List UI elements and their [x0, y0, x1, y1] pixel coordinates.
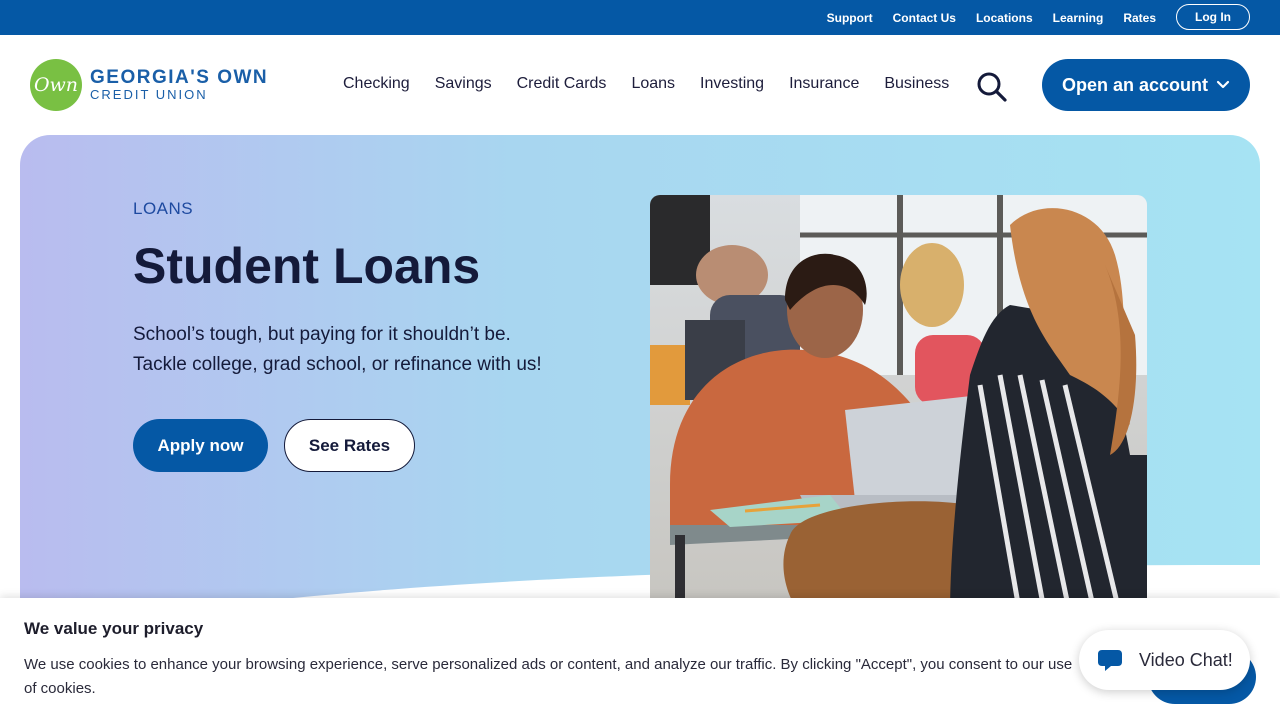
logo-name: GEORGIA'S OWN: [90, 67, 269, 88]
utility-link-learning[interactable]: Learning: [1053, 11, 1104, 25]
nav-item-checking[interactable]: Checking: [343, 75, 410, 93]
hero-subtitle-line-1: School’s tough, but paying for it should…: [133, 324, 511, 345]
utility-link-contact-us[interactable]: Contact Us: [893, 11, 956, 25]
nav-item-business[interactable]: Business: [884, 75, 949, 93]
page-title: Student Loans: [133, 238, 481, 294]
logo[interactable]: Own GEORGIA'S OWN CREDIT UNION: [30, 59, 268, 111]
utility-link-locations[interactable]: Locations: [976, 11, 1033, 25]
hero-photo: [650, 195, 1147, 615]
video-chat-label: Video Chat!: [1139, 649, 1233, 670]
open-account-button[interactable]: Open an account: [1042, 59, 1250, 111]
hero-subtitle-line-2: Tackle college, grad school, or refinanc…: [133, 354, 542, 375]
logo-text: GEORGIA'S OWN CREDIT UNION: [90, 68, 268, 102]
utility-link-support[interactable]: Support: [827, 11, 873, 25]
apply-now-button[interactable]: Apply now: [133, 419, 268, 472]
video-chat-button[interactable]: Video Chat!: [1079, 630, 1250, 690]
nav-item-insurance[interactable]: Insurance: [789, 75, 859, 93]
chat-bubble-icon: [1098, 650, 1122, 671]
utility-link-rates[interactable]: Rates: [1123, 11, 1156, 25]
site-header: Own GEORGIA'S OWN CREDIT UNION Checking …: [0, 35, 1280, 135]
chevron-down-icon: [1216, 80, 1230, 89]
hero-subtitle: School’s tough, but paying for it should…: [133, 320, 603, 380]
hero-eyebrow: LOANS: [133, 199, 194, 218]
utility-bar: Support Contact Us Locations Learning Ra…: [0, 0, 1280, 35]
utility-links: Support Contact Us Locations Learning Ra…: [827, 0, 1156, 35]
nav-item-investing[interactable]: Investing: [700, 75, 764, 93]
main-nav: Checking Savings Credit Cards Loans Inve…: [343, 75, 949, 93]
login-button[interactable]: Log In: [1176, 4, 1250, 30]
cookie-title: We value your privacy: [24, 619, 204, 638]
search-icon[interactable]: [976, 71, 1008, 103]
nav-item-savings[interactable]: Savings: [435, 75, 492, 93]
logo-subname: CREDIT UNION: [90, 87, 208, 102]
see-rates-button[interactable]: See Rates: [284, 419, 415, 472]
open-account-label: Open an account: [1061, 74, 1209, 95]
nav-item-loans[interactable]: Loans: [631, 75, 675, 93]
nav-item-credit-cards[interactable]: Credit Cards: [517, 75, 607, 93]
logo-mark: Own: [30, 59, 82, 111]
cookie-text: We use cookies to enhance your browsing …: [24, 656, 1073, 697]
